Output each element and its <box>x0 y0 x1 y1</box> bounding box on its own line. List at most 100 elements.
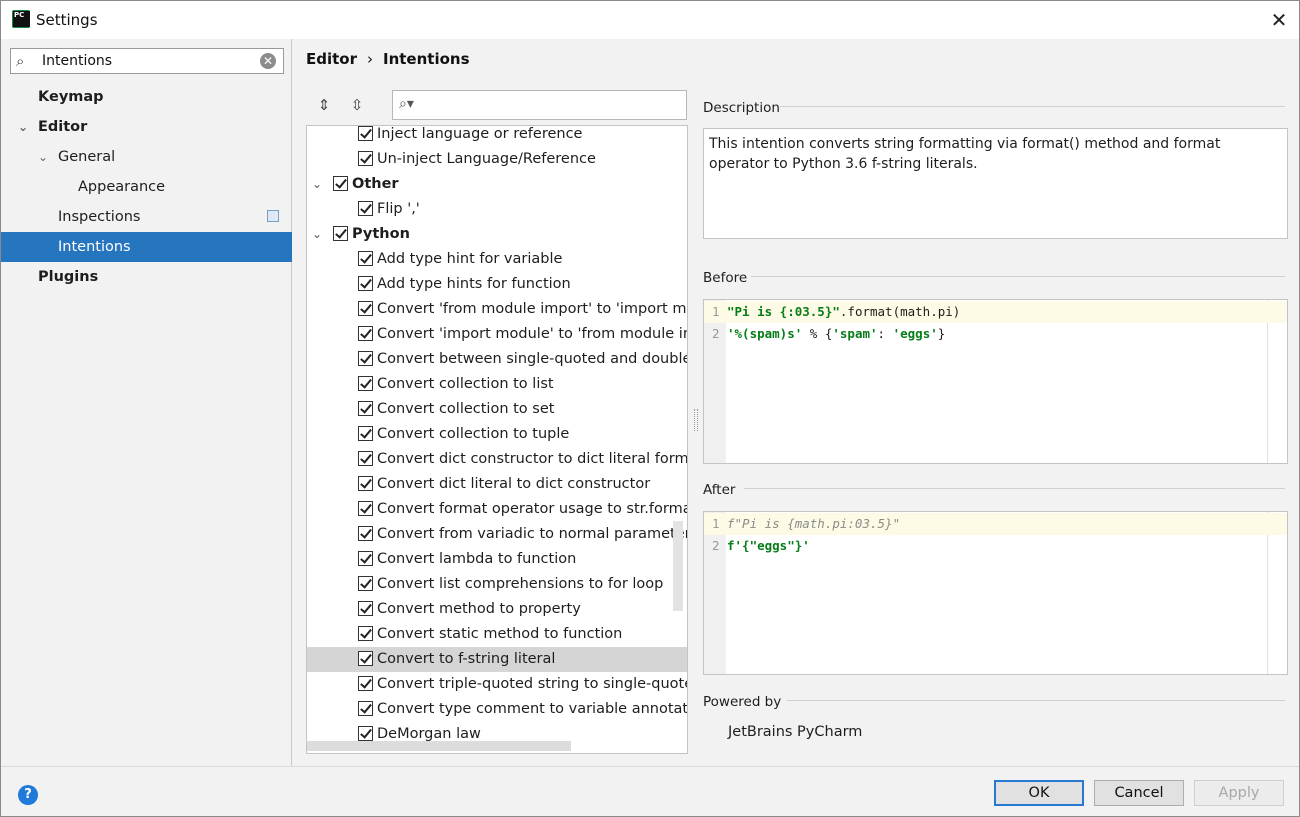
close-icon[interactable]: ✕ <box>1268 9 1290 31</box>
tree-row[interactable]: Convert type comment to variable annotat… <box>307 697 687 722</box>
divider <box>780 106 1285 107</box>
code-line: 2 f'{"eggs"}' <box>704 535 1287 557</box>
intention-checkbox[interactable] <box>358 151 373 166</box>
settings-search-input[interactable] <box>42 52 252 70</box>
tree-row[interactable]: Un-inject Language/Reference <box>307 147 687 172</box>
tree-row[interactable]: Convert 'import module' to 'from module … <box>307 322 687 347</box>
tree-row-label: Convert between single-quoted and double… <box>377 351 687 367</box>
tree-row[interactable]: Convert format operator usage to str.for… <box>307 497 687 522</box>
nav-item-plugins[interactable]: Plugins <box>1 262 292 292</box>
tree-row-label: Convert static method to function <box>377 626 623 642</box>
settings-search-field[interactable]: ⌕ ✕ <box>10 48 284 74</box>
tree-row-label: Convert collection to list <box>377 376 554 392</box>
intention-checkbox[interactable] <box>358 426 373 441</box>
intention-checkbox[interactable] <box>358 501 373 516</box>
chevron-down-icon[interactable]: ⌄ <box>38 142 48 172</box>
collapse-all-icon[interactable]: ⇳ <box>347 95 367 115</box>
intention-checkbox[interactable] <box>358 701 373 716</box>
description-title: Description <box>703 100 780 116</box>
tree-row[interactable]: Convert dict constructor to dict literal… <box>307 447 687 472</box>
intention-checkbox[interactable] <box>358 326 373 341</box>
intention-checkbox[interactable] <box>333 226 348 241</box>
tree-row[interactable]: Convert collection to set <box>307 397 687 422</box>
intention-checkbox[interactable] <box>358 651 373 666</box>
window-title: Settings <box>36 11 98 29</box>
intention-checkbox[interactable] <box>358 626 373 641</box>
tree-row[interactable]: Convert triple-quoted string to single-q… <box>307 672 687 697</box>
line-number: 1 <box>712 516 720 531</box>
tree-row-label: Convert format operator usage to str.for… <box>377 501 687 517</box>
title-bar: Settings ✕ <box>1 1 1299 39</box>
tree-search-field[interactable]: ⌕▾ <box>392 90 687 120</box>
intention-checkbox[interactable] <box>358 551 373 566</box>
intention-checkbox[interactable] <box>358 401 373 416</box>
tree-row[interactable]: Convert from variadic to normal paramete… <box>307 522 687 547</box>
intention-checkbox[interactable] <box>358 526 373 541</box>
breadcrumb-parent[interactable]: Editor <box>306 50 357 68</box>
nav-item-keymap[interactable]: Keymap <box>1 82 292 112</box>
tree-row[interactable]: Inject language or reference <box>307 126 687 147</box>
chevron-down-icon[interactable]: ⌄ <box>312 172 322 197</box>
tree-row[interactable]: Convert lambda to function <box>307 547 687 572</box>
intention-checkbox[interactable] <box>358 576 373 591</box>
intention-checkbox[interactable] <box>358 376 373 391</box>
tree-row[interactable]: Add type hint for variable <box>307 247 687 272</box>
intention-checkbox[interactable] <box>358 476 373 491</box>
intention-checkbox[interactable] <box>358 601 373 616</box>
tree-row[interactable]: Convert static method to function <box>307 622 687 647</box>
code-text: f'{"eggs"}' <box>727 538 810 553</box>
tree-row-label: Convert collection to tuple <box>377 426 570 442</box>
splitter-handle[interactable] <box>694 409 698 431</box>
expand-all-icon[interactable]: ⇕ <box>314 95 334 115</box>
nav-item-intentions[interactable]: Intentions <box>1 232 292 262</box>
tree-row[interactable]: Add type hints for function <box>307 272 687 297</box>
intention-checkbox[interactable] <box>358 676 373 691</box>
nav-item-editor[interactable]: ⌄ Editor <box>1 112 292 142</box>
tree-group-row[interactable]: ⌄ Other <box>307 172 687 197</box>
clear-search-icon[interactable]: ✕ <box>260 53 276 69</box>
intention-checkbox[interactable] <box>358 351 373 366</box>
tree-row-label: Add type hint for variable <box>377 251 563 267</box>
tree-row[interactable]: Convert collection to list <box>307 372 687 397</box>
tree-row[interactable]: Convert between single-quoted and double… <box>307 347 687 372</box>
intention-checkbox[interactable] <box>358 726 373 741</box>
tree-row[interactable]: Convert to f-string literal <box>307 647 687 672</box>
cancel-button[interactable]: Cancel <box>1094 780 1184 806</box>
tree-search-input[interactable] <box>427 97 677 112</box>
tree-row[interactable]: Convert list comprehensions to for loop <box>307 572 687 597</box>
nav-item-general[interactable]: ⌄ General <box>1 142 292 172</box>
apply-button[interactable]: Apply <box>1194 780 1284 806</box>
tree-row[interactable]: Convert collection to tuple <box>307 422 687 447</box>
intention-checkbox[interactable] <box>358 126 373 141</box>
tree-row-label: Other <box>352 176 399 192</box>
intention-checkbox[interactable] <box>358 276 373 291</box>
intention-checkbox[interactable] <box>358 201 373 216</box>
tree-row-label: Convert list comprehensions to for loop <box>377 576 664 592</box>
tree-group-row[interactable]: ⌄ Python <box>307 222 687 247</box>
tree-row[interactable]: Convert dict literal to dict constructor <box>307 472 687 497</box>
breadcrumb: Editor › Intentions <box>306 50 470 68</box>
tree-row[interactable]: Convert method to property <box>307 597 687 622</box>
nav-item-appearance[interactable]: Appearance <box>1 172 292 202</box>
intention-checkbox[interactable] <box>333 176 348 191</box>
breadcrumb-separator: › <box>367 50 373 68</box>
chevron-down-icon[interactable]: ⌄ <box>312 222 322 247</box>
tree-row-label: Un-inject Language/Reference <box>377 151 596 167</box>
nav-item-label: Appearance <box>78 179 166 195</box>
chevron-down-icon[interactable]: ⌄ <box>18 112 28 142</box>
intention-checkbox[interactable] <box>358 301 373 316</box>
intention-checkbox[interactable] <box>358 251 373 266</box>
tree-row[interactable]: Flip ',' <box>307 197 687 222</box>
nav-item-inspections[interactable]: Inspections <box>1 202 292 232</box>
before-title: Before <box>703 270 748 286</box>
ok-button[interactable]: OK <box>994 780 1084 806</box>
code-text: '%(spam)s' % {'spam': 'eggs'} <box>727 326 946 341</box>
help-icon[interactable]: ? <box>18 785 38 805</box>
tree-row-label: Convert dict constructor to dict literal… <box>377 451 687 467</box>
tree-vertical-scrollbar[interactable] <box>673 521 683 611</box>
settings-window: Settings ✕ ⌕ ✕ Keymap ⌄ Editor ⌄ General… <box>0 0 1300 817</box>
tree-row[interactable]: Convert 'from module import' to 'import … <box>307 297 687 322</box>
tree-horizontal-scrollbar[interactable] <box>307 741 571 751</box>
tree-row-label: Flip ',' <box>377 201 420 217</box>
intention-checkbox[interactable] <box>358 451 373 466</box>
